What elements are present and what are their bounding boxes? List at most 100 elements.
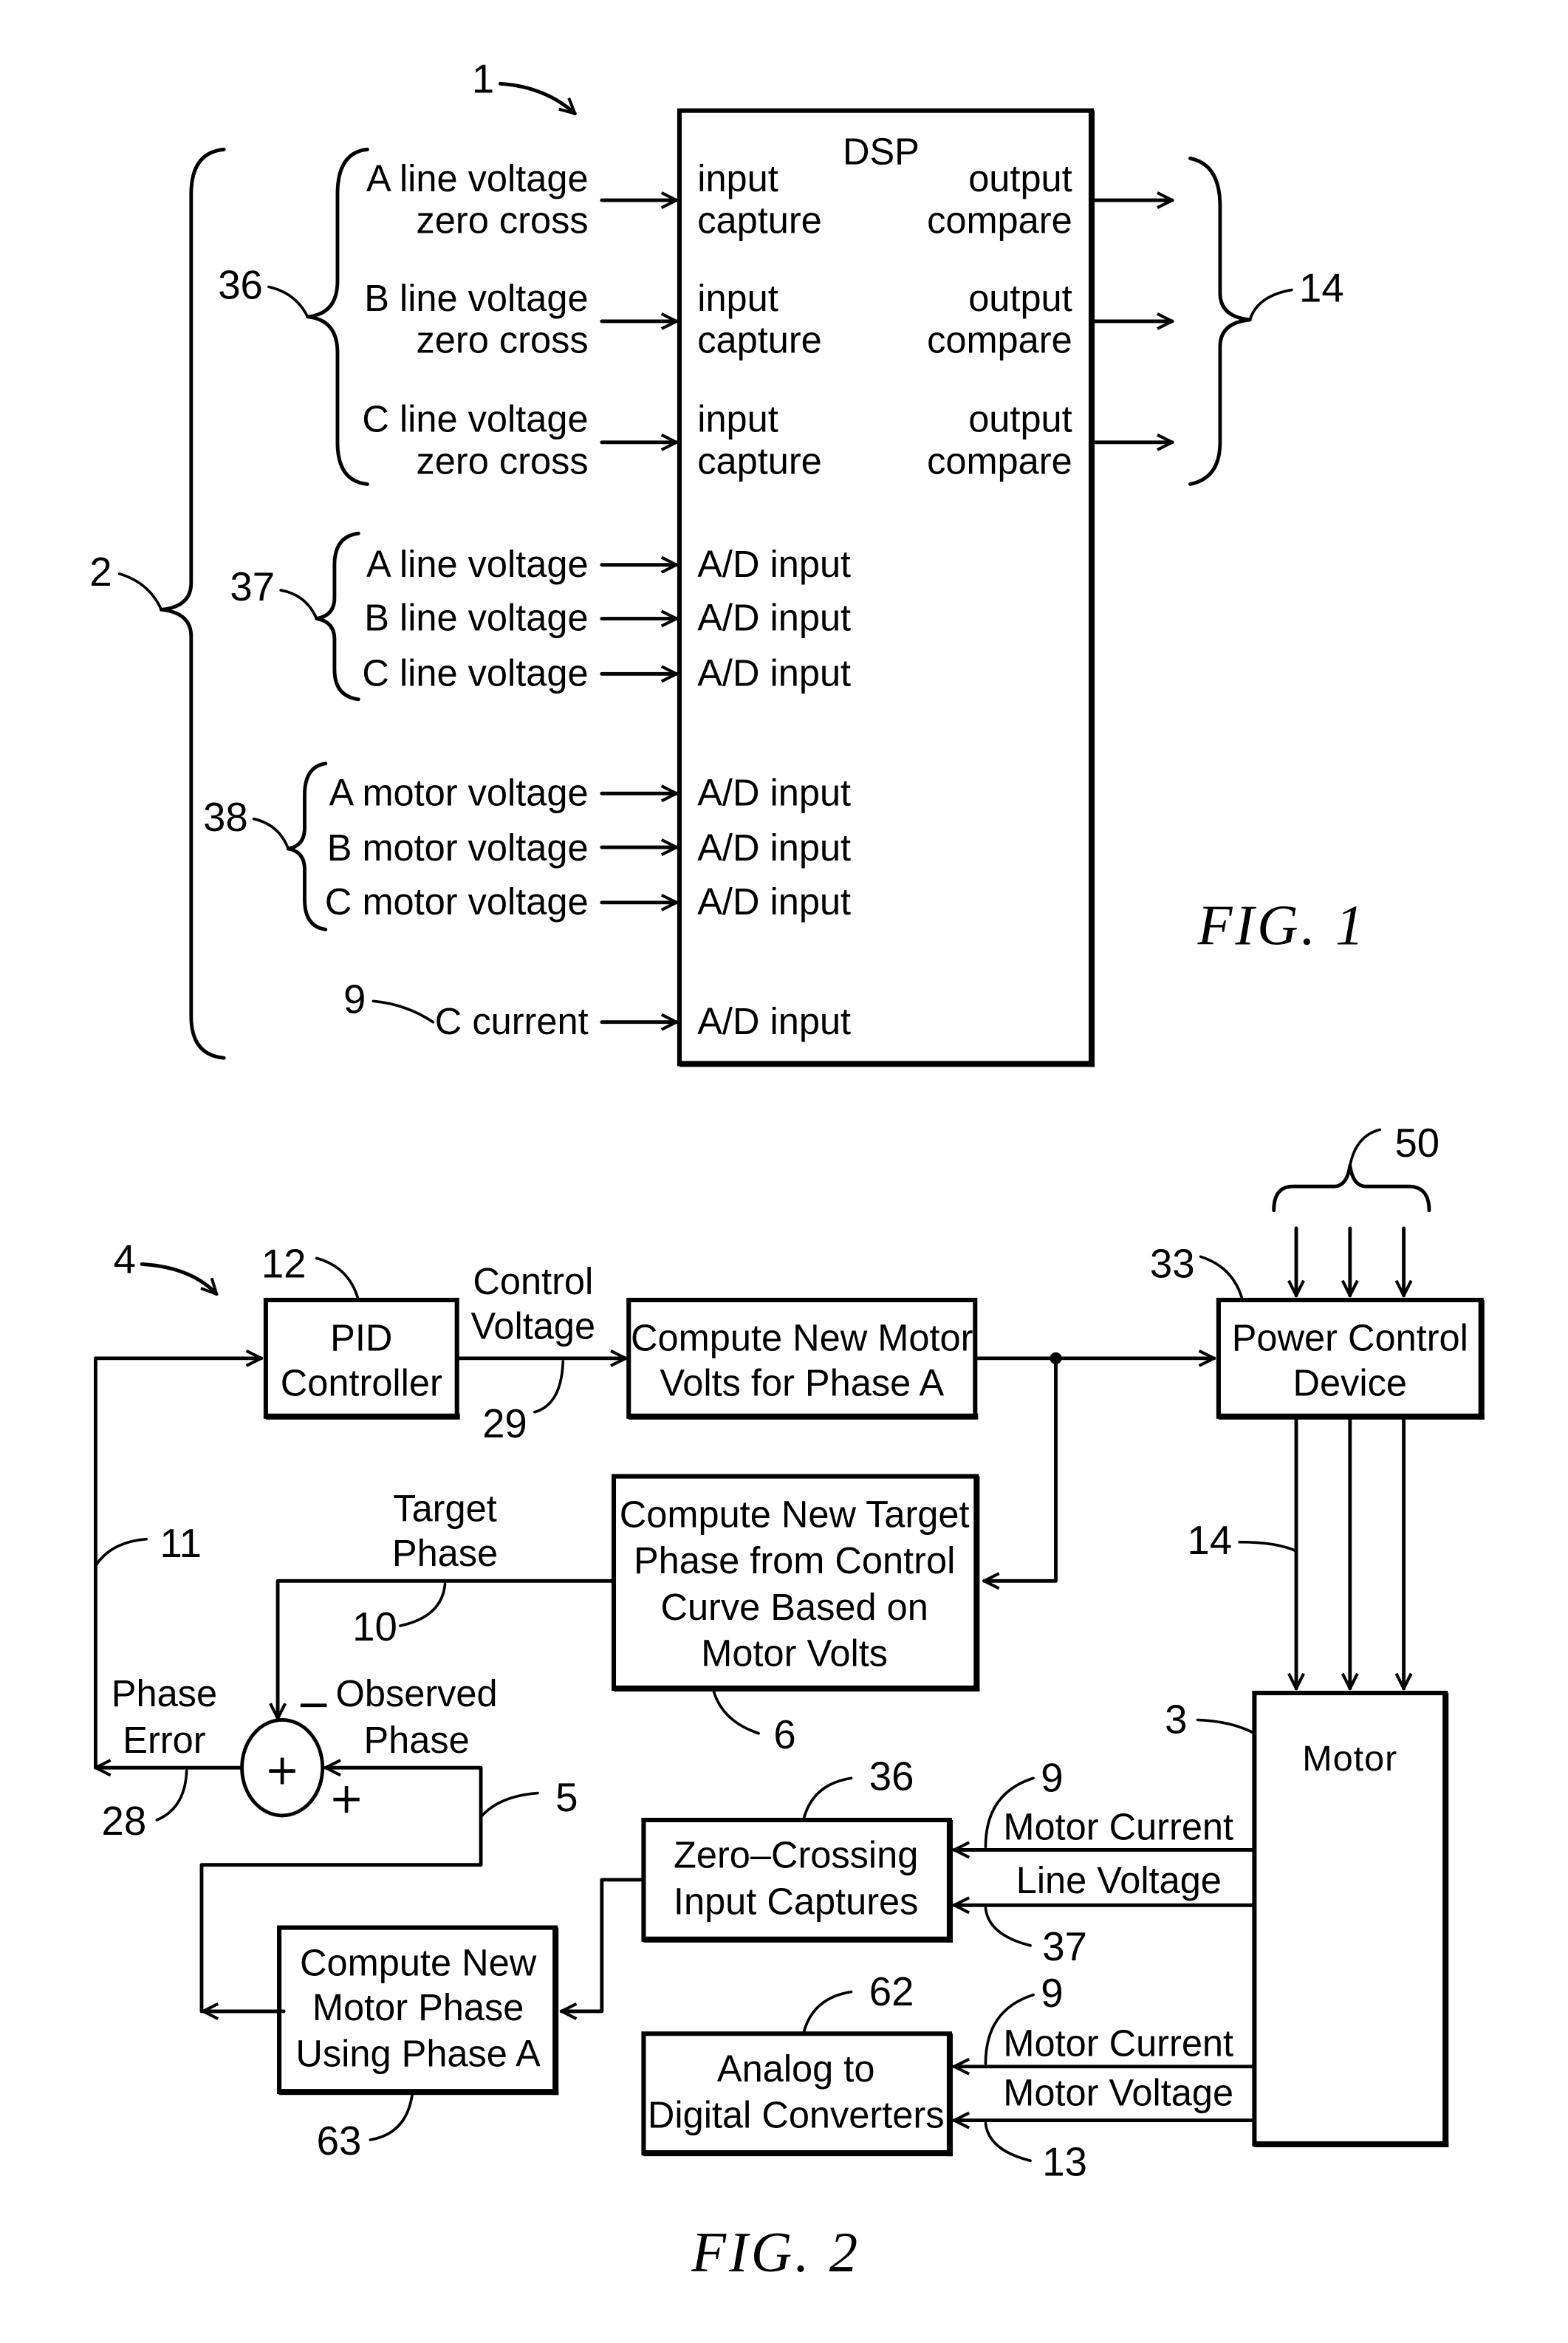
- block-label: Motor Phase: [312, 1986, 524, 2028]
- ref-label-10: 10: [352, 1604, 397, 1649]
- port-label: input: [697, 277, 778, 319]
- port-label: A/D input: [697, 1000, 851, 1042]
- dsp-block-shadow-bottom: [679, 1061, 1095, 1067]
- input-label: C current: [435, 1000, 589, 1042]
- ref-label-6: 6: [773, 1712, 795, 1757]
- signal-label: Line Voltage: [1016, 1859, 1222, 1901]
- ref-label-9: 9: [1041, 1756, 1063, 1801]
- block-label: Power Control: [1232, 1317, 1468, 1359]
- block-label: Controller: [281, 1361, 442, 1403]
- leader-62: [801, 1990, 853, 2036]
- signal-label: Phase: [112, 1672, 217, 1714]
- block-shadow: [614, 1685, 980, 1692]
- input-label: A line voltage: [366, 543, 589, 585]
- input-label: A motor voltage: [329, 771, 589, 813]
- block-shadow: [946, 1819, 953, 1943]
- port-label: input: [697, 398, 778, 440]
- ref-label-50: 50: [1394, 1121, 1439, 1166]
- zero-cross-input-row: A line voltage zero cross input capture …: [366, 157, 1174, 242]
- ref-label-12: 12: [261, 1242, 307, 1287]
- leader-11: [94, 1537, 148, 1567]
- signal-label: Motor Voltage: [1003, 2071, 1233, 2113]
- ref-label-3: 3: [1165, 1697, 1187, 1742]
- brace-all-inputs: [159, 147, 226, 1060]
- motor-voltage-row: B motor voltage A/D input: [327, 827, 851, 869]
- block-shadow: [643, 1936, 953, 1943]
- block-shadow: [279, 2089, 559, 2096]
- leader-12: [315, 1256, 360, 1302]
- signal-label: Voltage: [471, 1305, 596, 1347]
- ref-label-29: 29: [482, 1401, 527, 1446]
- output-port-label-2: compare: [927, 199, 1072, 242]
- leader-14: [1248, 288, 1293, 321]
- ref-label-14: 14: [1299, 266, 1344, 311]
- zero-crossing-output-arrow: [559, 1878, 646, 2011]
- leader-5: [479, 1791, 539, 1819]
- input-label-2: zero cross: [417, 318, 589, 360]
- leader-3: [1196, 1718, 1256, 1735]
- input-label: C motor voltage: [325, 880, 589, 923]
- brace-power-inputs: [1272, 1163, 1431, 1213]
- block-shadow: [629, 1413, 979, 1420]
- ref-label-37: 37: [1042, 1924, 1087, 1969]
- block-shadow: [946, 2034, 953, 2157]
- figure-1: 1 DSP A line voltage zero cross input ca…: [89, 56, 1364, 1067]
- motor-volts-branch-arrow: [982, 1356, 1058, 1581]
- input-label: B line voltage: [364, 597, 588, 639]
- port-label-2: capture: [697, 439, 822, 482]
- ref-label-62: 62: [869, 1969, 914, 2014]
- ref-label-36: 36: [218, 263, 263, 308]
- leader-37: [279, 589, 318, 620]
- ref-label-14: 14: [1187, 1518, 1232, 1563]
- ref-arrow-4: [140, 1262, 216, 1293]
- patent-drawing-sheet: 1 DSP A line voltage zero cross input ca…: [89, 56, 1485, 2284]
- block-label: Device: [1293, 1361, 1407, 1403]
- block-label: Digital Converters: [648, 2094, 945, 2136]
- port-label: A/D input: [697, 597, 851, 639]
- input-label: C line voltage: [362, 398, 588, 440]
- ref-label-36: 36: [869, 1754, 914, 1799]
- leader-6: [712, 1690, 760, 1735]
- leader-10: [399, 1582, 447, 1627]
- ref-label-28: 28: [101, 1799, 146, 1844]
- ref-label-5: 5: [555, 1775, 578, 1820]
- port-label: A/D input: [697, 543, 851, 585]
- ref-label-4: 4: [114, 1237, 136, 1282]
- minus-sign: −: [296, 1680, 331, 1728]
- block-shadow: [643, 2150, 953, 2157]
- input-label-2: zero cross: [417, 199, 589, 242]
- block-label: Input Captures: [674, 1880, 918, 1922]
- block-label: Using Phase A: [295, 2033, 541, 2075]
- ref-label-9: 9: [343, 977, 366, 1022]
- block-label: Compute New Motor: [631, 1317, 973, 1359]
- brace-line-voltage: [315, 531, 360, 702]
- port-label-2: capture: [697, 199, 822, 242]
- leader-33: [1199, 1255, 1245, 1302]
- brace-zero-cross: [306, 147, 369, 486]
- port-label: A/D input: [697, 880, 851, 923]
- ref-label-11: 11: [160, 1521, 202, 1566]
- output-port-label-2: compare: [927, 318, 1072, 360]
- port-label-2: capture: [697, 318, 822, 360]
- line-voltage-row: A line voltage A/D input: [366, 543, 851, 585]
- leader-29: [533, 1360, 565, 1414]
- signal-label: Error: [123, 1719, 205, 1761]
- line-voltage-row: C line voltage A/D input: [362, 652, 851, 694]
- dsp-title: DSP: [843, 131, 920, 173]
- input-label: B motor voltage: [327, 827, 589, 869]
- ref-label-63: 63: [317, 2118, 362, 2164]
- port-label: A/D input: [697, 827, 851, 869]
- leader-28: [155, 1769, 188, 1822]
- signal-label: Phase: [363, 1719, 469, 1761]
- plus-sign: +: [329, 1774, 363, 1823]
- current-row: C current A/D input: [435, 1000, 851, 1042]
- signal-label: Motor Current: [1003, 1805, 1233, 1847]
- block-shadow: [265, 1413, 460, 1420]
- ref-arrow-1: [498, 81, 575, 113]
- port-label: input: [697, 157, 778, 199]
- brace-outputs: [1188, 157, 1252, 486]
- ref-label-1: 1: [472, 56, 494, 101]
- motor-voltage-row: C motor voltage A/D input: [325, 880, 851, 923]
- figure-2: 4 PID Controller 12 Compute New Motor Vo…: [93, 1121, 1485, 2284]
- summing-symbol: +: [264, 1745, 299, 1794]
